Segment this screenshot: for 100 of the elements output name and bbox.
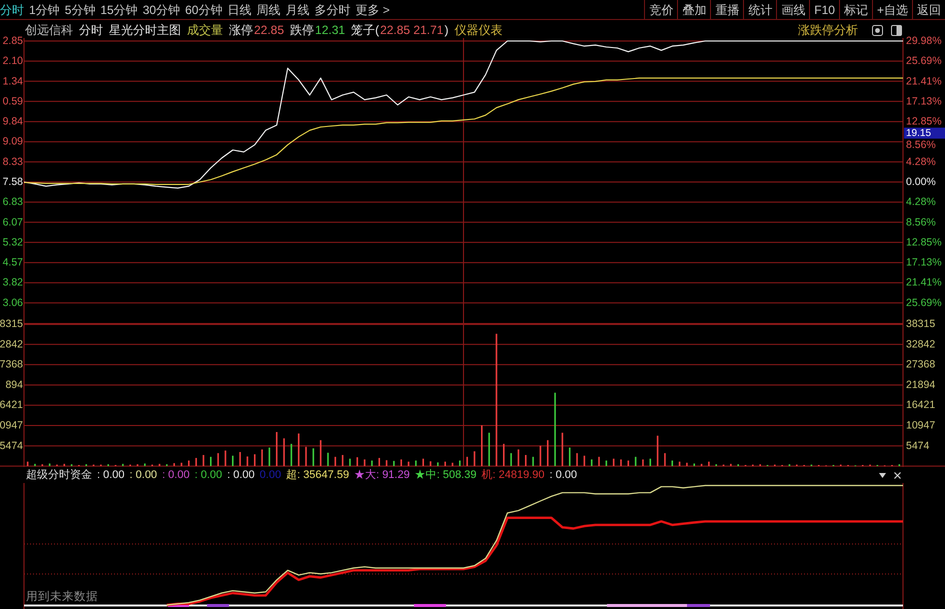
percent-axis-label: 21.41% [906, 276, 942, 289]
indicator-value: 超: 35647.59 [286, 468, 350, 483]
price-axis-label: 3.06 [2, 296, 23, 309]
volume-bar [693, 464, 696, 466]
period-tab[interactable]: 多分时 [314, 0, 350, 18]
volume-bar [671, 460, 674, 466]
signal-mark [168, 604, 189, 607]
toolbar-button[interactable]: 画线 [776, 0, 810, 19]
toolbar-button[interactable]: 标记 [838, 0, 872, 19]
volume-axis-label: 5474 [906, 440, 930, 452]
price-axis-label: 7.58 [2, 176, 23, 188]
limit-analysis-button[interactable]: 涨跌停分析 [798, 21, 858, 39]
period-tab[interactable]: 周线 [256, 0, 280, 18]
signal-mark [207, 604, 229, 607]
price-axis-label: 6.07 [2, 216, 23, 228]
indicator-value: : 0.00 [97, 468, 125, 483]
percent-axis-label: 17.13% [906, 95, 942, 108]
volume-axis-label: 10947 [906, 420, 936, 432]
period-tab[interactable]: 15分钟 [100, 0, 138, 18]
volume-axis-label: 21894 [906, 378, 936, 391]
period-tab[interactable]: 30分钟 [142, 0, 180, 18]
period-tab[interactable]: 月线 [285, 0, 310, 18]
period-tab[interactable]: 1分钟 [29, 0, 60, 18]
price-axis-label: 2.10 [2, 55, 23, 68]
indicator-value: : 0.00 [549, 468, 578, 483]
period-tab[interactable]: 更多 > [355, 0, 390, 18]
toolbar-button[interactable]: 竞价 [644, 0, 678, 19]
info-text: 22.85 21.71 [380, 22, 444, 39]
percent-axis-label: 8.56% [906, 216, 936, 228]
info-text: 仪器仪表 [454, 22, 502, 39]
volume-bar [502, 444, 505, 466]
percent-axis-label: 29.98% [906, 35, 942, 47]
price-axis-label: 9.84 [2, 116, 23, 128]
volume-axis-label: 32842 [906, 338, 936, 350]
price-axis-label: 4.57 [2, 256, 23, 269]
percent-axis-label: 8.56% [906, 139, 936, 152]
volume-axis-label: 2842 [0, 338, 23, 350]
indicator-value: ★中: 508.39 [414, 468, 476, 483]
percent-axis-label: 17.13% [906, 256, 942, 269]
info-text: 跌停 [290, 22, 314, 39]
close-icon[interactable] [894, 472, 901, 478]
toolbar-button[interactable]: 重播 [710, 0, 744, 19]
volume-axis-label: 16421 [906, 399, 936, 412]
volume-bar [232, 456, 234, 466]
info-text: 分时 [79, 22, 103, 39]
price-axis-label: 6.83 [2, 196, 23, 208]
indicator-value: : 0.00 [194, 468, 222, 483]
volume-axis-label: 27368 [906, 358, 936, 371]
info-text: 22.85 [254, 22, 284, 39]
volume-axis-label: 5474 [0, 440, 23, 452]
volume-bar [276, 432, 278, 466]
info-text: 涨停 [229, 22, 253, 39]
price-axis-label: 2.85 [2, 35, 23, 47]
percent-axis-label: 12.85% [906, 236, 942, 248]
volume-bar [85, 464, 88, 466]
indicator-value: : 0.00 [162, 468, 190, 483]
volume-bar [254, 454, 256, 466]
indicator-title: 超级分时资金 [26, 468, 92, 483]
indicator-value: : 0.00 [227, 468, 255, 483]
volume-axis-label: 8315 [0, 318, 23, 330]
volume-axis-label: 0947 [0, 420, 23, 432]
circle-in-square-icon[interactable] [872, 24, 883, 36]
period-tab[interactable]: 5分钟 [64, 0, 96, 18]
period-tab[interactable]: 分时 [0, 0, 24, 18]
toolbar-button[interactable]: 叠加 [677, 0, 710, 19]
toolbar-button[interactable]: 返回 [912, 0, 945, 19]
toolbar-button[interactable]: F10 [809, 0, 839, 19]
price-axis-label: 0.59 [2, 95, 23, 108]
signal-mark [414, 604, 446, 607]
period-tab[interactable]: 60分钟 [185, 0, 222, 18]
caret-down-icon[interactable] [879, 472, 886, 478]
percent-axis-label: 12.85% [906, 116, 942, 128]
volume-bar [400, 459, 402, 466]
indicator-value: : 0.00 [130, 468, 158, 483]
volume-bar [378, 458, 380, 466]
info-text: 12.31 [315, 22, 346, 39]
indicator-value: ★大: 91.29 [354, 468, 410, 483]
toolbar-button[interactable]: 统计 [743, 0, 776, 19]
info-text: ) [444, 22, 448, 39]
percent-axis-label: 25.69% [906, 55, 942, 68]
period-tab[interactable]: 日线 [227, 0, 252, 18]
volume-bar [524, 454, 527, 466]
volume-bar [546, 440, 549, 466]
percent-axis-label: 21.41% [906, 75, 942, 88]
price-axis-label: 3.82 [2, 276, 23, 289]
price-axis-label: 5.32 [2, 236, 23, 248]
volume-bar [356, 457, 358, 466]
info-text: 创远信科 [25, 22, 73, 39]
volume-axis-label: 894 [5, 378, 23, 391]
info-text: 星光分时主图 [109, 22, 181, 39]
volume-bar [107, 464, 110, 466]
indicator-value: 0.00 [260, 468, 282, 483]
split-panel-icon[interactable] [891, 24, 902, 36]
indicator-value: 机: 24819.90 [481, 468, 544, 483]
volume-axis-label: 38315 [906, 318, 936, 330]
volume-bar [649, 458, 652, 466]
volume-axis-label: 6421 [0, 399, 23, 412]
percent-axis-label: 4.28% [906, 196, 936, 208]
toolbar-button[interactable]: +自选 [872, 0, 912, 19]
volume-bar [422, 458, 424, 466]
